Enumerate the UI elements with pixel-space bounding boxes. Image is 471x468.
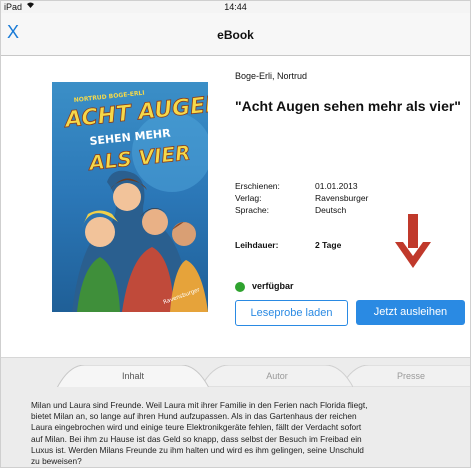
- meta-key: Verlag:: [235, 193, 262, 203]
- status-time: 14:44: [224, 2, 247, 12]
- description-line: Milan und Laura sind Freunde. Weil Laura…: [31, 400, 368, 410]
- description-line: zu beweisen?: [31, 456, 82, 467]
- book-author: Boge-Erli, Nortrud: [235, 71, 308, 81]
- loan-label: Leihdauer:: [235, 240, 279, 250]
- page-title: eBook: [217, 28, 254, 42]
- book-title: "Acht Augen sehen mehr als vier": [235, 98, 461, 114]
- tab-presse[interactable]: Presse: [341, 365, 470, 387]
- description-line: auf Milan. Bei ihm zu Hause ist das Geld…: [31, 433, 362, 444]
- tab-label: Autor: [266, 371, 288, 381]
- availability-label: verfügbar: [252, 281, 294, 291]
- book-cover: NORTRUD BOGE-ERLI ACHT AUGEN SEHEN MEHR …: [52, 82, 208, 312]
- down-arrow-icon: [393, 214, 433, 275]
- tab-autor[interactable]: Autor: [201, 365, 353, 387]
- meta-value: Deutsch: [315, 205, 347, 215]
- tab-label: Inhalt: [121, 371, 145, 381]
- book-description: Milan und Laura sind Freunde. Weil Laura…: [31, 400, 470, 467]
- status-dot-icon: [235, 282, 245, 292]
- tab-label: Presse: [396, 371, 425, 381]
- description-line: Laura eingebrochen wird und einige teure…: [31, 422, 362, 433]
- description-line: Luxus ist. Werden Milans Freunde zu ihm …: [31, 444, 364, 455]
- description-line: bietet Milan an, so lange auf ihren Hund…: [31, 411, 357, 422]
- meta-key: Erschienen:: [235, 181, 280, 191]
- status-bar: iPad 14:44: [1, 1, 470, 13]
- navigation-bar: X eBook: [1, 13, 470, 56]
- meta-value: Ravensburger: [315, 193, 369, 203]
- meta-key: Sprache:: [235, 205, 270, 215]
- app-window: iPad 14:44 X eBook NORTRUD BOGE-ERLI ACH…: [0, 0, 471, 468]
- meta-value: 01.01.2013: [315, 181, 358, 191]
- tab-inhalt[interactable]: Inhalt: [57, 365, 209, 388]
- loan-value: 2 Tage: [315, 240, 342, 250]
- preview-button[interactable]: Leseprobe laden: [235, 300, 348, 326]
- borrow-button[interactable]: Jetzt ausleihen: [356, 300, 465, 325]
